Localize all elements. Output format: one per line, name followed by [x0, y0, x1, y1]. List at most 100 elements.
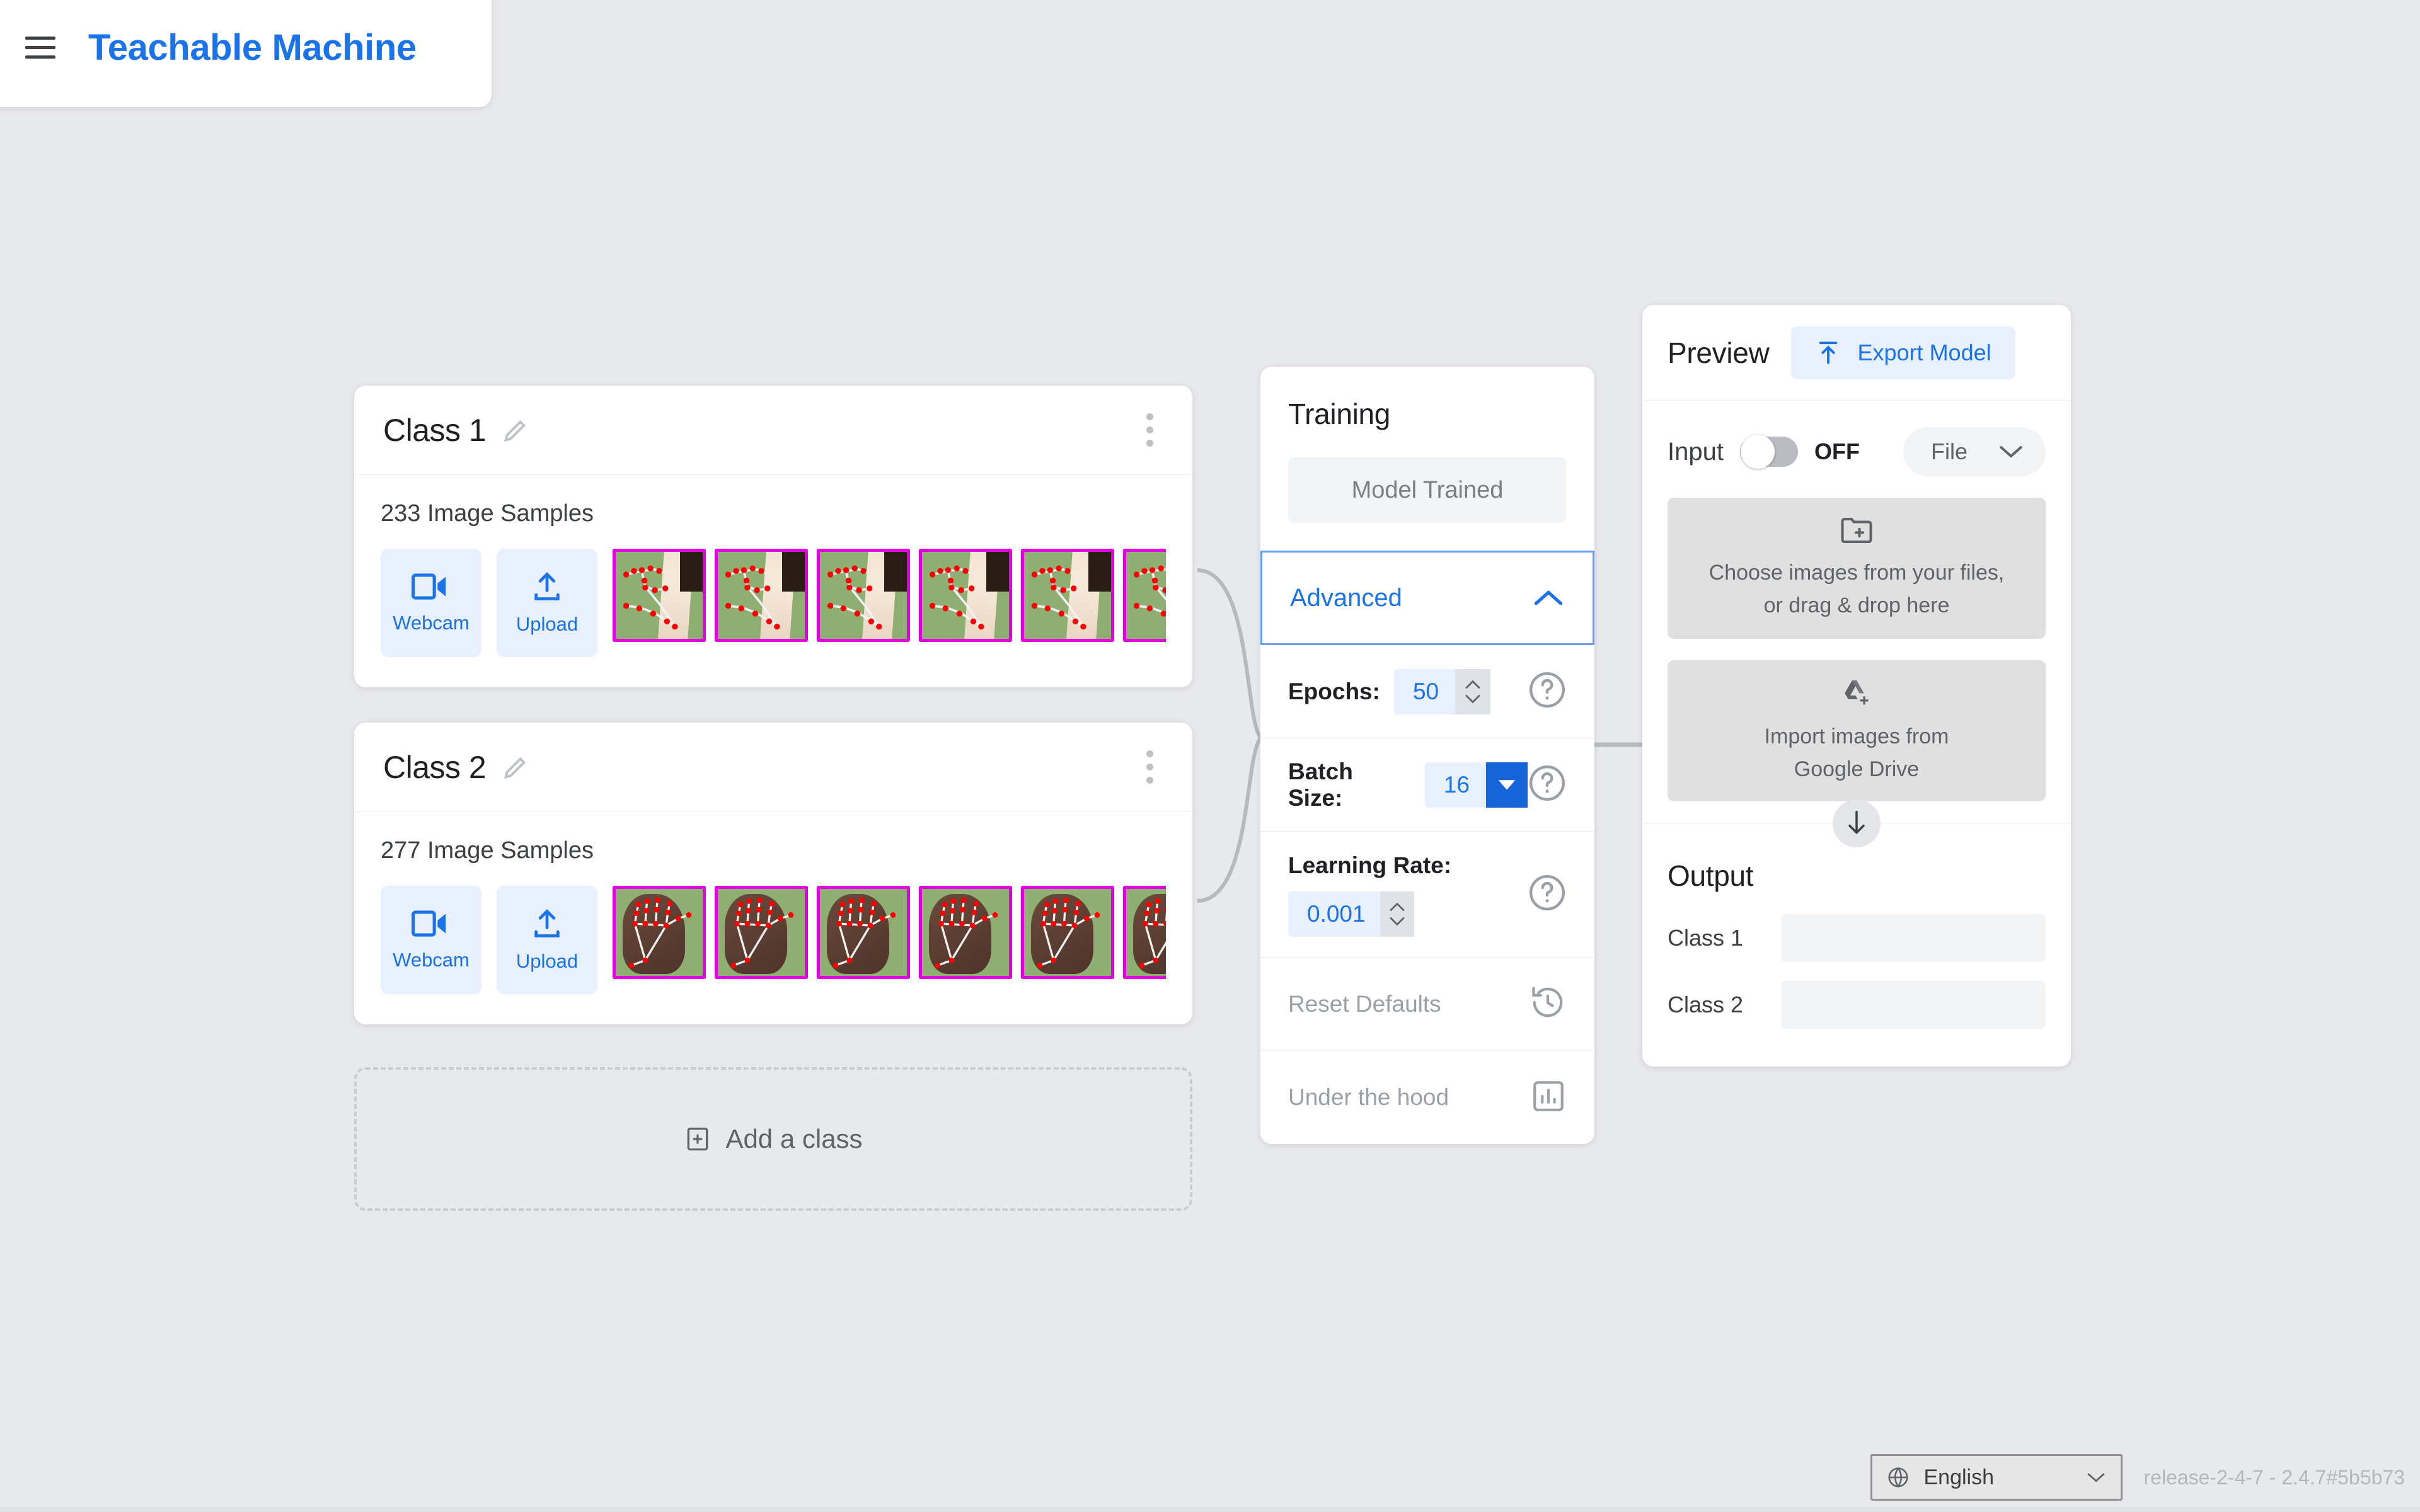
export-upload-icon — [1819, 341, 1837, 364]
output-class-2-bar — [1781, 981, 2046, 1029]
epochs-spin-arrows-icon[interactable] — [1455, 668, 1491, 714]
reset-defaults-row[interactable]: Reset Defaults — [1260, 958, 1594, 1051]
class-1-body: 233 Image Samples Webcam Upload — [354, 475, 1192, 687]
learning-rate-group: Learning Rate: 0.001 — [1288, 852, 1451, 937]
sample-thumbnail[interactable] — [613, 549, 706, 642]
drive-import-line2: Google Drive — [1794, 757, 1920, 781]
advanced-label: Advanced — [1290, 583, 1402, 612]
upload-icon — [534, 572, 560, 600]
google-drive-import-dropzone[interactable]: Import images from Google Drive — [1668, 660, 2046, 801]
training-top: Training Model Trained — [1260, 367, 1594, 551]
sample-thumbnail[interactable] — [715, 886, 808, 979]
learning-rate-stepper[interactable]: 0.001 — [1288, 891, 1414, 937]
learning-rate-label: Learning Rate: — [1288, 852, 1452, 878]
under-the-hood-row[interactable]: Under the hood — [1260, 1051, 1594, 1144]
batch-size-dropdown-arrow-icon[interactable] — [1486, 762, 1528, 808]
class-1-options-menu-icon[interactable] — [1136, 404, 1163, 455]
class-1-webcam-button[interactable]: Webcam — [381, 549, 481, 657]
class-1-upload-button[interactable]: Upload — [497, 549, 597, 657]
class-2-upload-button[interactable]: Upload — [497, 886, 597, 994]
add-class-button[interactable]: Add a class — [354, 1067, 1192, 1211]
batch-size-select[interactable]: 16 — [1424, 762, 1528, 808]
edit-pencil-icon[interactable] — [501, 416, 530, 445]
chevron-up-icon — [1534, 590, 1563, 605]
learning-rate-row: Learning Rate: 0.001 — [1260, 832, 1594, 958]
history-restore-icon[interactable] — [1529, 983, 1567, 1024]
class-1-webcam-label: Webcam — [393, 612, 470, 634]
class-2-title: Class 2 — [383, 749, 487, 785]
bar-chart-icon[interactable] — [1530, 1078, 1567, 1118]
reset-defaults-label: Reset Defaults — [1288, 990, 1441, 1017]
export-model-label: Export Model — [1857, 339, 1991, 365]
class-1-upload-label: Upload — [516, 613, 579, 635]
drive-import-line1: Import images from — [1764, 724, 1949, 749]
sample-thumbnail[interactable] — [919, 886, 1012, 979]
app-header: Teachable Machine — [0, 0, 492, 107]
learning-rate-value: 0.001 — [1307, 900, 1366, 927]
add-class-label: Add a class — [725, 1124, 863, 1154]
arrow-down-icon — [1833, 799, 1881, 847]
training-panel: Training Model Trained Advanced Epochs: … — [1260, 367, 1594, 1144]
output-class-1-bar — [1781, 914, 2046, 962]
class-2-webcam-button[interactable]: Webcam — [381, 886, 481, 994]
class-1-thumbnails — [613, 549, 1166, 642]
epochs-help-icon[interactable] — [1528, 670, 1567, 713]
output-class-2-name: Class 2 — [1668, 992, 1744, 1017]
batch-size-label: Batch Size: — [1288, 758, 1353, 811]
edit-pencil-icon[interactable] — [501, 753, 530, 782]
learning-rate-help-icon[interactable] — [1528, 873, 1567, 915]
google-drive-icon — [1845, 680, 1869, 705]
train-model-button[interactable]: Model Trained — [1288, 457, 1567, 523]
export-model-button[interactable]: Export Model — [1790, 326, 2015, 379]
class-2-upload-label: Upload — [516, 950, 579, 972]
input-controls-row: Input OFF File — [1642, 401, 2071, 498]
sample-thumbnail[interactable] — [613, 886, 706, 979]
learning-rate-spin-arrows-icon[interactable] — [1380, 891, 1414, 937]
batch-size-row: Batch Size: 16 — [1260, 738, 1594, 832]
batch-size-help-icon[interactable] — [1528, 764, 1567, 806]
input-label: Input — [1668, 437, 1724, 466]
advanced-toggle-row[interactable]: Advanced — [1260, 551, 1594, 645]
hamburger-icon[interactable] — [25, 36, 55, 59]
sample-thumbnail[interactable] — [817, 886, 910, 979]
globe-icon — [1887, 1467, 1908, 1488]
class-1-sample-row: Webcam Upload — [381, 549, 1166, 657]
input-source-value: File — [1930, 438, 1968, 464]
choose-files-line2: or drag & drop here — [1763, 593, 1950, 617]
chevron-down-icon — [2087, 1473, 2105, 1482]
training-title: Training — [1288, 398, 1391, 430]
epochs-stepper[interactable]: 50 — [1393, 668, 1491, 714]
class-2-body: 277 Image Samples Webcam Upload — [354, 812, 1192, 1024]
choose-files-dropzone[interactable]: Choose images from your files, or drag &… — [1668, 498, 2046, 639]
class-2-sample-count: 277 Image Samples — [381, 837, 594, 864]
chevron-down-icon — [2000, 446, 2022, 458]
epochs-row: Epochs: 50 — [1260, 645, 1594, 738]
sample-thumbnail[interactable] — [1021, 549, 1114, 642]
output-row-class-2: Class 2 — [1642, 981, 2071, 1067]
class-1-title: Class 1 — [383, 412, 487, 448]
sample-thumbnail[interactable] — [1021, 886, 1114, 979]
class-2-options-menu-icon[interactable] — [1136, 742, 1163, 793]
input-toggle-switch[interactable] — [1739, 435, 1798, 469]
sample-thumbnail[interactable] — [817, 549, 910, 642]
sample-thumbnail[interactable] — [1123, 886, 1166, 979]
class-2-webcam-label: Webcam — [393, 949, 470, 971]
class-card-2: Class 2 277 Image Samples Webcam Upload — [354, 723, 1192, 1024]
language-select[interactable]: English — [1870, 1454, 2123, 1501]
under-the-hood-label: Under the hood — [1288, 1084, 1449, 1110]
webcam-icon — [412, 573, 446, 600]
app-brand-title: Teachable Machine — [88, 26, 417, 68]
class-1-header: Class 1 — [354, 386, 1192, 475]
sample-thumbnail[interactable] — [715, 549, 808, 642]
choose-files-line1: Choose images from your files, — [1708, 561, 2005, 585]
webcam-icon — [412, 910, 446, 937]
class-2-sample-row: Webcam Upload — [381, 886, 1166, 994]
preview-panel: Preview Export Model Input OFF File Choo… — [1642, 305, 2071, 1067]
sample-thumbnail[interactable] — [919, 549, 1012, 642]
sample-thumbnail[interactable] — [1123, 549, 1166, 642]
class-card-1: Class 1 233 Image Samples Webcam Upload — [354, 386, 1192, 687]
input-source-select[interactable]: File — [1903, 427, 2046, 476]
release-version-text: release-2-4-7 - 2.4.7#5b5b73 — [2143, 1465, 2406, 1489]
language-value: English — [1923, 1465, 1995, 1489]
input-toggle-state: OFF — [1814, 438, 1860, 464]
